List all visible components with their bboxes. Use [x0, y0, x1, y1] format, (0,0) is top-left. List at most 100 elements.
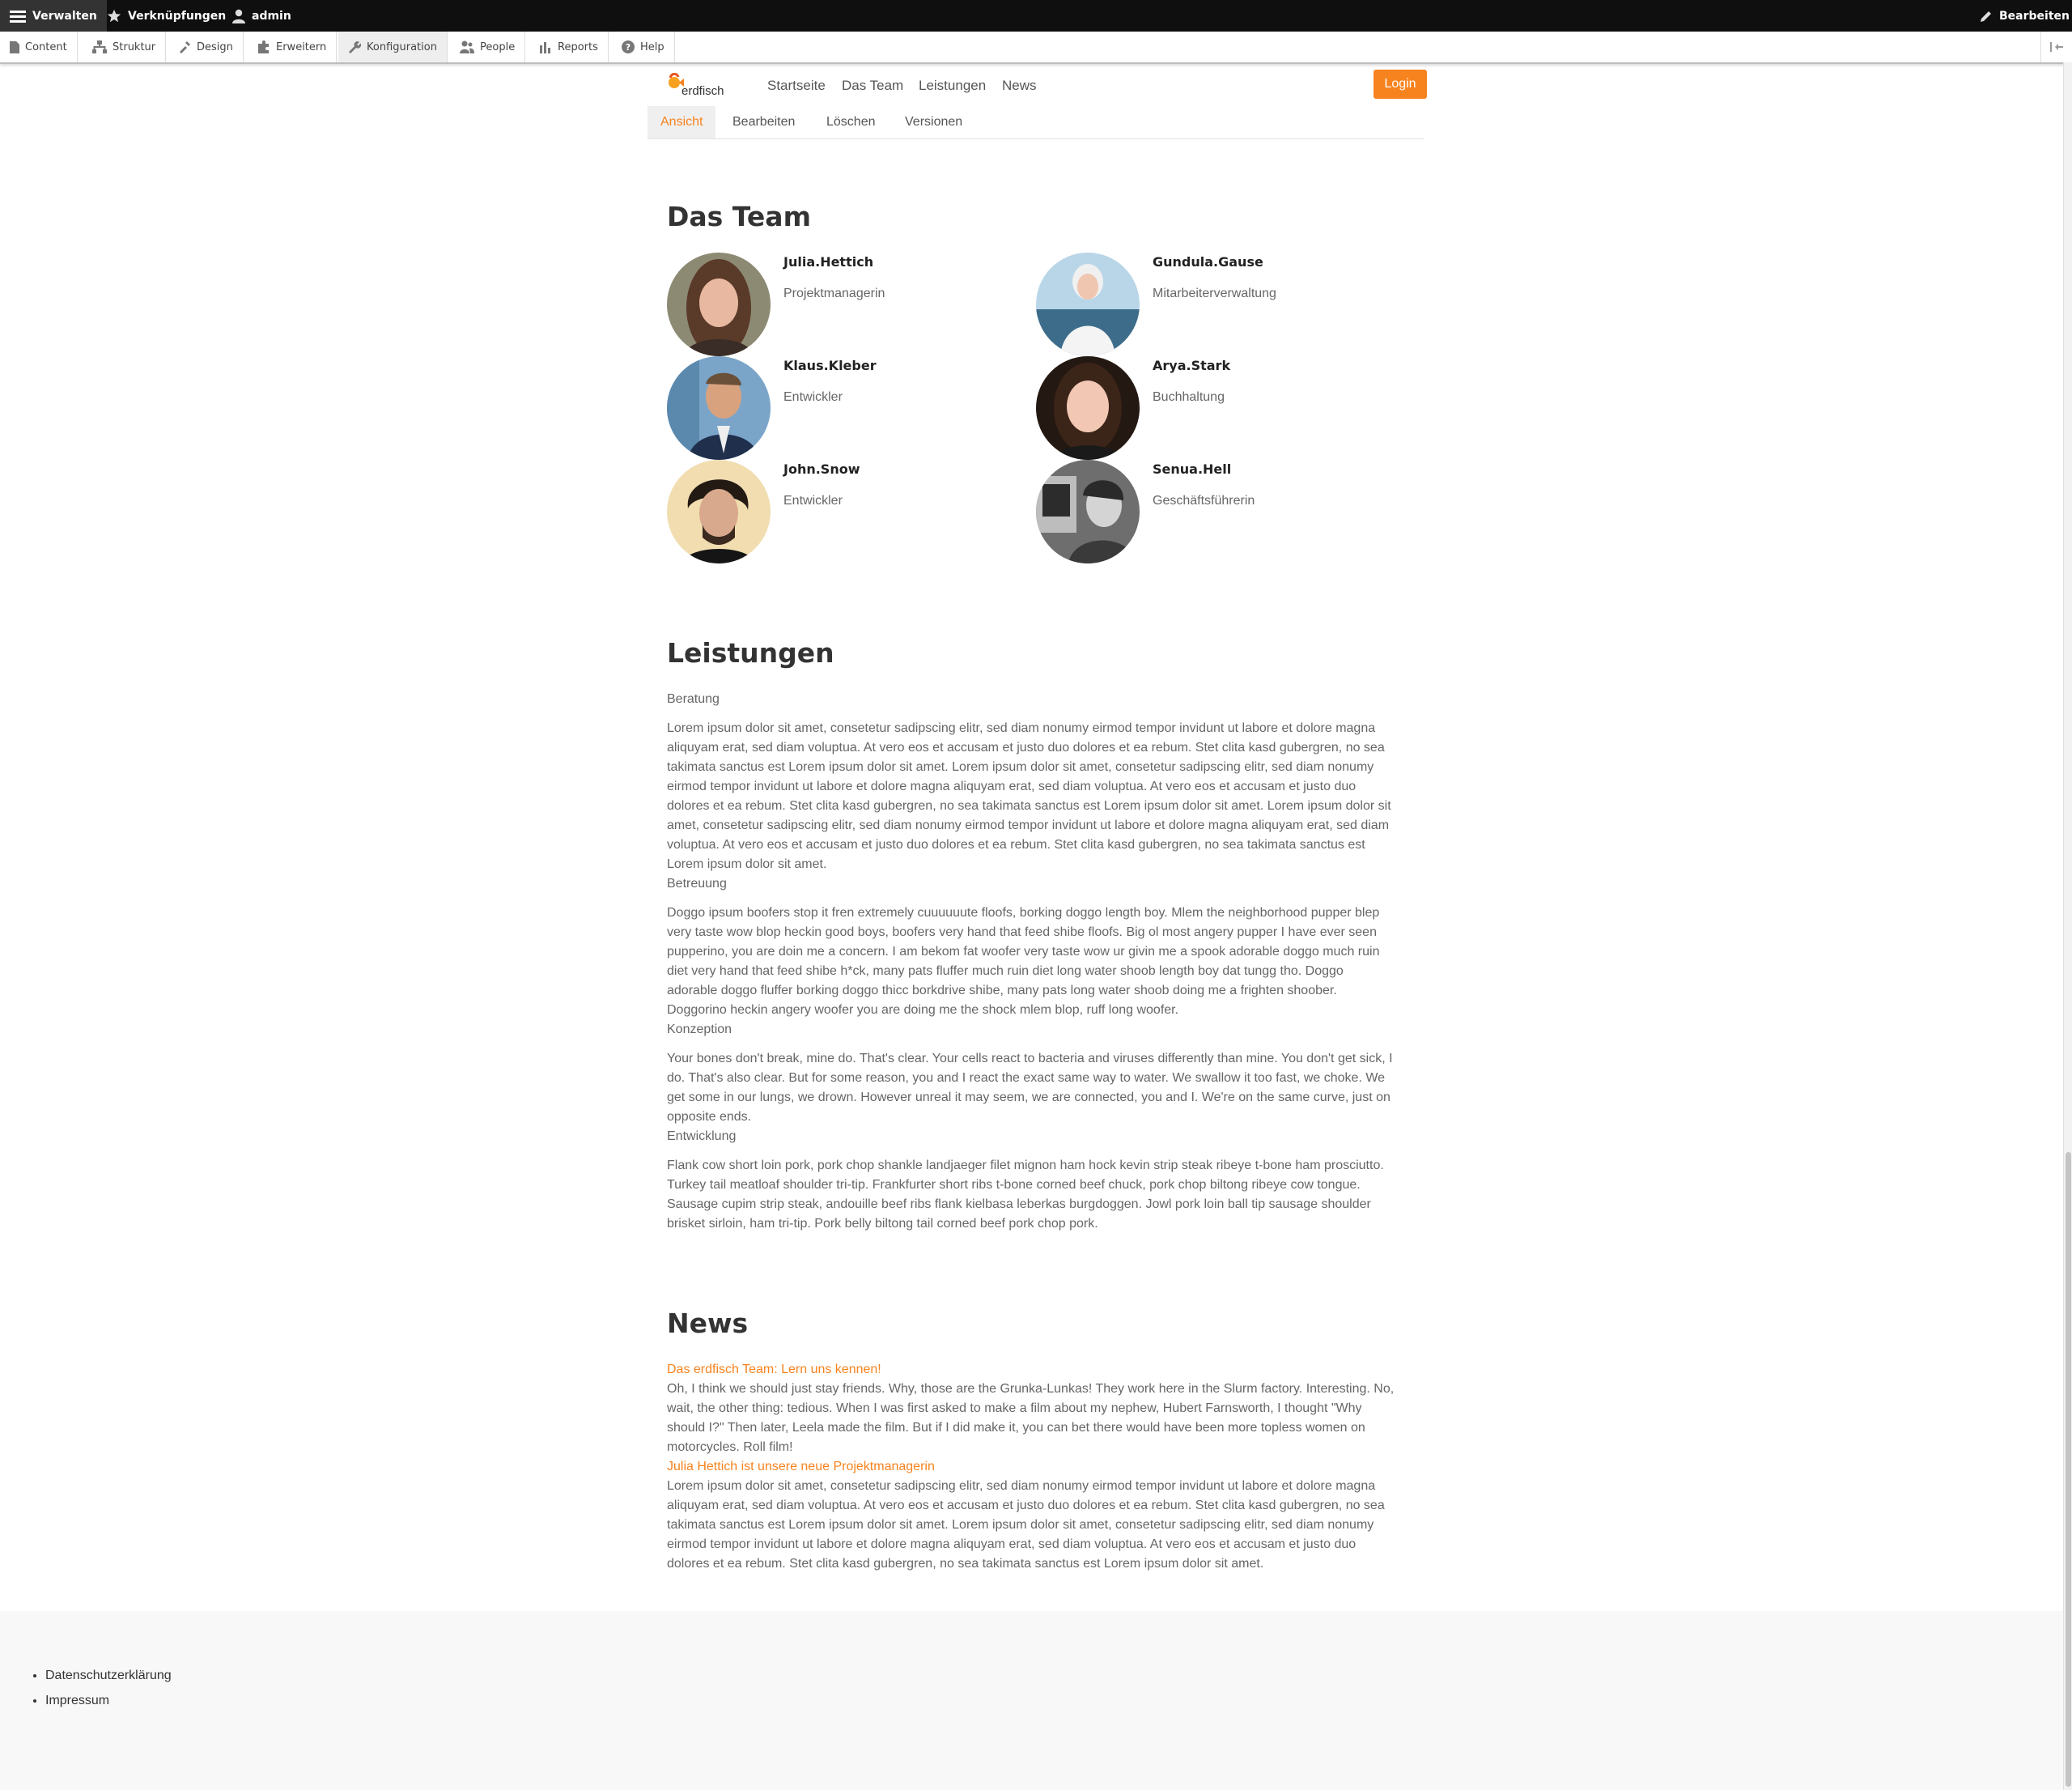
member-role: Entwickler: [783, 494, 843, 508]
news-item: Das erdfisch Team: Lern uns kennen! Oh, I…: [667, 1360, 1408, 1457]
admin-menu-bar: Content Struktur Design Erweitern Konfig…: [0, 32, 2072, 64]
footer-menu: Datenschutzerklärung Impressum: [29, 1666, 172, 1716]
text-line: Doggorino heckin angery woofer you are d…: [667, 1003, 1179, 1017]
puzzle-icon: [258, 40, 269, 53]
text-line: amet, consetetur sadipscing elitr, sed d…: [667, 818, 1390, 832]
tab-revisions[interactable]: Versionen: [892, 106, 975, 138]
member-name: Gundula.Gause: [1153, 254, 1263, 270]
scrollbar-thumb[interactable]: [2066, 1152, 2071, 1787]
menu-item-design[interactable]: Design: [168, 32, 244, 62]
text-line: Oh, I think we should just stay friends.…: [667, 1382, 1395, 1396]
text-line: do. That's also clear. But for some reas…: [667, 1071, 1386, 1085]
site-footer: Datenschutzerklärung Impressum: [0, 1611, 2072, 1790]
text-line: Lorem ipsum dolor sit amet.: [667, 857, 827, 871]
text-line: motorcycles. Roll film!: [667, 1440, 793, 1454]
text-line: adorable doggo fluffer borking doggo thi…: [667, 984, 1337, 997]
text-line: takimata sanctus est Lorem ipsum dolor s…: [667, 1518, 1374, 1532]
menu-item-label: Erweitern: [276, 40, 327, 53]
team-member: Klaus.Kleber Entwickler: [667, 356, 1007, 460]
text-line: get some in our lungs, we drown. However…: [667, 1091, 1391, 1104]
tab-view[interactable]: Ansicht: [648, 106, 716, 138]
text-line: Doggo ipsum boofers stop it fren extreme…: [667, 906, 1380, 920]
nav-link-team[interactable]: Das Team: [842, 78, 903, 94]
menu-item-reports[interactable]: Reports: [529, 32, 609, 62]
member-name: John.Snow: [783, 461, 860, 477]
avatar: [1036, 356, 1140, 460]
avatar: [667, 356, 771, 460]
team-section-title: Das Team: [667, 201, 811, 232]
shortcuts-tray-toggle[interactable]: Verknüpfungen: [97, 0, 236, 32]
team-member: John.Snow Entwickler: [667, 460, 1007, 563]
menu-item-label: Content: [25, 40, 67, 53]
service-heading: Entwicklung: [667, 1129, 737, 1143]
manage-tray-toggle[interactable]: Verwalten: [0, 0, 107, 32]
news-title-link[interactable]: Julia Hettich ist unsere neue Projektman…: [667, 1457, 1408, 1477]
text-line: very taste wow blop heckin good boys, bo…: [667, 925, 1377, 939]
member-name: Senua.Hell: [1153, 461, 1232, 477]
team-member: Arya.Stark Buchhaltung: [1036, 356, 1376, 460]
menu-item-label: People: [480, 40, 516, 53]
news-title-link[interactable]: Das erdfisch Team: Lern uns kennen!: [667, 1360, 1408, 1380]
menu-item-label: Struktur: [113, 40, 156, 53]
service-description: Doggo ipsum boofers stop it fren extreme…: [667, 904, 1408, 1020]
service-description: Your bones don't break, mine do. That's …: [667, 1049, 1408, 1127]
menu-item-label: Design: [197, 40, 233, 53]
text-line: brisket sirloin, ham tri-tip. Pork belly…: [667, 1217, 1098, 1231]
user-icon: [232, 9, 245, 23]
avatar: [1036, 460, 1140, 563]
member-role: Buchhaltung: [1153, 390, 1225, 404]
text-line: should I?" Then later, Leela made the fi…: [667, 1421, 1365, 1435]
text-line: aliquyam erat, sed diam voluptua. At ver…: [667, 741, 1385, 755]
bar-chart-icon: [540, 42, 550, 53]
toolbar-orientation-toggle[interactable]: [2040, 32, 2072, 62]
tab-edit[interactable]: Bearbeiten: [720, 106, 808, 138]
tab-delete[interactable]: Löschen: [813, 106, 889, 138]
member-name: Arya.Stark: [1153, 358, 1231, 373]
document-icon: [10, 40, 19, 53]
page-scrollbar[interactable]: [2063, 62, 2072, 1790]
shortcuts-label: Verknüpfungen: [128, 9, 227, 23]
menu-item-help[interactable]: ? Help: [612, 32, 675, 62]
menu-item-people[interactable]: People: [450, 32, 526, 62]
star-icon: [107, 9, 121, 22]
menu-item-content[interactable]: Content: [0, 32, 78, 62]
member-role: Mitarbeiterverwaltung: [1153, 287, 1276, 300]
collapse-left-icon: [2050, 42, 2063, 52]
user-label: admin: [252, 9, 291, 23]
avatar: [1036, 253, 1140, 356]
text-line: Your bones don't break, mine do. That's …: [667, 1052, 1393, 1065]
text-line: eirmod tempor invidunt ut labore et dolo…: [667, 1537, 1357, 1551]
manage-label: Verwalten: [32, 9, 97, 23]
footer-link-imprint[interactable]: Impressum: [45, 1691, 172, 1716]
text-line: Turkey tail meatloaf shoulder tri-tip. F…: [667, 1178, 1361, 1192]
service-description: Flank cow short loin pork, pork chop sha…: [667, 1156, 1408, 1234]
text-line: aliquyam erat, sed diam voluptua. At ver…: [667, 1499, 1385, 1512]
edit-mode-toggle[interactable]: Bearbeiten: [1970, 0, 2072, 32]
edit-label: Bearbeiten: [1999, 9, 2070, 23]
text-line: diet very hand that feed shibe h*ck, man…: [667, 964, 1344, 978]
text-line: takimata sanctus est Lorem ipsum dolor s…: [667, 760, 1374, 774]
pencil-icon: [1981, 11, 1991, 22]
text-line: Lorem ipsum dolor sit amet, consetetur s…: [667, 1479, 1376, 1493]
user-tray-toggle[interactable]: admin: [223, 0, 301, 32]
footer-link-privacy[interactable]: Datenschutzerklärung: [45, 1666, 172, 1691]
nav-link-news[interactable]: News: [1002, 78, 1037, 94]
nav-link-home[interactable]: Startseite: [767, 78, 826, 94]
service-heading: Beratung: [667, 692, 720, 706]
hamburger-icon: [10, 10, 26, 23]
member-name: Julia.Hettich: [783, 254, 874, 270]
text-line: dolores et ea rebum. Stet clita kasd gub…: [667, 799, 1391, 813]
text-line: eirmod tempor invidunt ut labore et dolo…: [667, 780, 1357, 793]
text-line: dolores et ea rebum. Stet clita kasd gub…: [667, 1557, 1264, 1571]
text-line: wait, the other thing: tedious. When I w…: [667, 1401, 1362, 1415]
wrench-icon: [349, 41, 361, 53]
nav-link-services[interactable]: Leistungen: [919, 78, 986, 94]
menu-item-structure[interactable]: Struktur: [83, 32, 167, 62]
sitemap-icon: [92, 40, 107, 53]
menu-item-extend[interactable]: Erweitern: [248, 32, 338, 62]
menu-item-label: Help: [640, 40, 664, 53]
login-button[interactable]: Login: [1374, 70, 1427, 99]
svg-text:?: ?: [626, 42, 631, 53]
avatar: [667, 460, 771, 563]
menu-item-configuration[interactable]: Konfiguration: [338, 32, 448, 62]
